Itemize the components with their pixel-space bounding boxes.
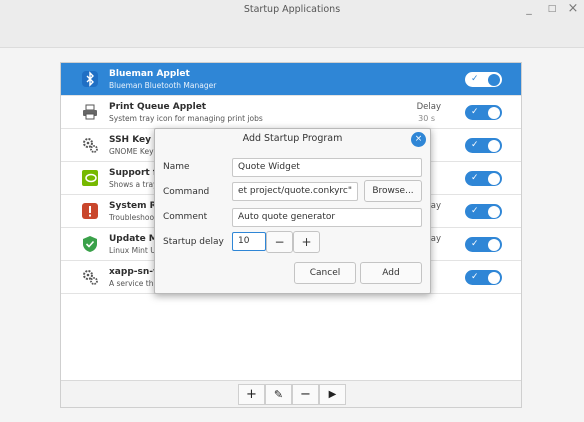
shield-icon — [81, 235, 99, 253]
check-icon: ✓ — [471, 107, 479, 117]
title-bar: Startup Applications _ □ × — [0, 0, 584, 48]
report-icon — [81, 202, 99, 220]
item-description: GNOME Key — [109, 147, 154, 156]
toggle-knob — [488, 238, 500, 251]
window-title: Startup Applications — [243, 4, 341, 15]
item-name: Update M — [109, 234, 158, 244]
command-label: Command — [163, 187, 210, 197]
item-description: Linux Mint U — [109, 246, 156, 255]
gears-icon — [81, 136, 99, 154]
command-field[interactable]: et project/quote.conkyrc" — [232, 182, 358, 201]
dialog-title: Add Startup Program — [242, 133, 343, 144]
startup-delay-field[interactable]: 10 — [232, 232, 266, 251]
item-delay-label: ay — [430, 201, 441, 211]
check-icon: ✓ — [471, 173, 479, 183]
edit-button[interactable]: ✎ — [265, 384, 292, 405]
list-item[interactable]: Blueman Applet Blueman Bluetooth Manager ✓ — [61, 63, 521, 96]
item-description: System tray icon for managing print jobs — [109, 114, 263, 123]
bluetooth-icon — [81, 70, 99, 88]
printer-icon — [81, 103, 99, 121]
browse-button[interactable]: Browse... — [364, 180, 422, 202]
check-icon: ✓ — [471, 140, 479, 150]
item-description: Blueman Bluetooth Manager — [109, 81, 217, 90]
item-description: Troubleshoo — [109, 213, 155, 222]
maximize-button[interactable]: □ — [545, 2, 559, 16]
enable-toggle[interactable]: ✓ — [465, 171, 502, 186]
toggle-knob — [488, 205, 500, 218]
enable-toggle[interactable]: ✓ — [465, 138, 502, 153]
toggle-knob — [488, 271, 500, 284]
comment-field[interactable]: Auto quote generator — [232, 208, 422, 227]
list-toolbar: + ✎ − ▶ — [61, 380, 521, 407]
item-name: Support f — [109, 168, 157, 178]
delay-decrease-button[interactable]: − — [266, 231, 293, 253]
remove-button[interactable]: − — [292, 384, 319, 405]
item-delay-label: ay — [430, 234, 441, 244]
run-now-button[interactable]: ▶ — [319, 384, 346, 405]
delay-increase-button[interactable]: + — [293, 231, 320, 253]
startup-delay-label: Startup delay — [163, 237, 224, 247]
item-description: A service tha — [109, 279, 159, 288]
item-delay-value: 30 s — [418, 114, 435, 123]
gears-icon — [81, 268, 99, 286]
name-label: Name — [163, 162, 190, 172]
item-name: Print Queue Applet — [109, 102, 207, 112]
add-startup-dialog: Add Startup Program × Name Quote Widget … — [154, 128, 431, 294]
toggle-knob — [488, 106, 500, 119]
add-program-button[interactable]: Add — [360, 262, 422, 284]
minimize-button[interactable]: _ — [522, 2, 536, 16]
enable-toggle[interactable]: ✓ — [465, 105, 502, 120]
check-icon: ✓ — [471, 272, 479, 282]
check-icon: ✓ — [471, 74, 479, 84]
check-icon: ✓ — [471, 206, 479, 216]
toggle-knob — [488, 139, 500, 152]
enable-toggle[interactable]: ✓ — [465, 204, 502, 219]
list-item[interactable]: Print Queue Applet System tray icon for m… — [61, 96, 521, 129]
item-name: Blueman Applet — [109, 69, 190, 79]
nvidia-icon — [81, 169, 99, 187]
toggle-knob — [488, 172, 500, 185]
name-field[interactable]: Quote Widget — [232, 158, 422, 177]
item-description: Shows a tray — [109, 180, 158, 189]
enable-toggle[interactable]: ✓ — [465, 237, 502, 252]
check-icon: ✓ — [471, 239, 479, 249]
toggle-knob — [488, 73, 500, 86]
enable-toggle[interactable]: ✓ — [465, 270, 502, 285]
item-delay-label: Delay — [416, 102, 441, 112]
cancel-button[interactable]: Cancel — [294, 262, 356, 284]
comment-label: Comment — [163, 212, 208, 222]
dialog-close-icon[interactable]: × — [411, 132, 426, 147]
enable-toggle[interactable]: ✓ — [465, 72, 502, 87]
add-button[interactable]: + — [238, 384, 265, 405]
close-button[interactable]: × — [566, 2, 580, 16]
